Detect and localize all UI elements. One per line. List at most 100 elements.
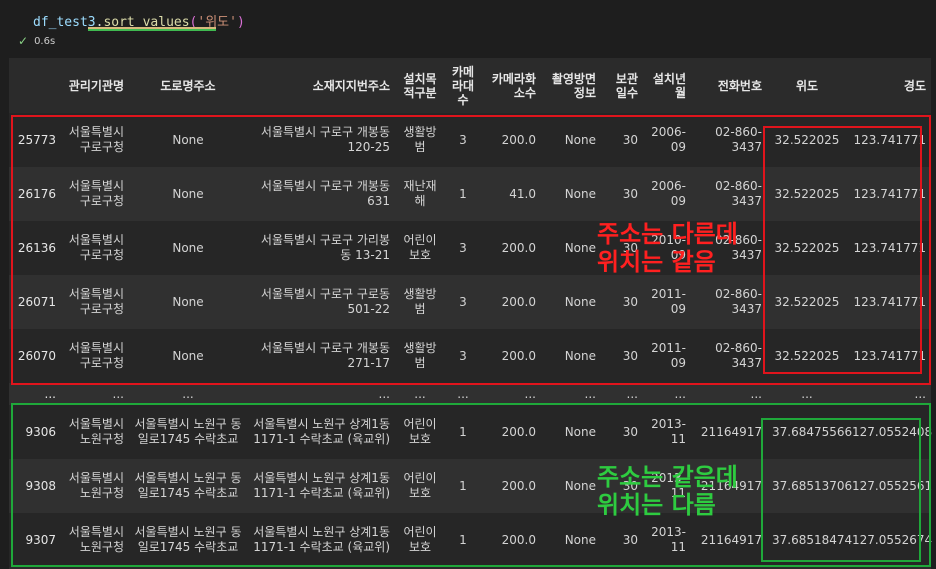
header-cell: 경도	[903, 78, 926, 93]
table-cell: 서울특별시 구로구청	[61, 221, 129, 275]
table-cell: ...	[691, 383, 767, 405]
table-cell: 3	[445, 221, 481, 275]
header-cell: 관리기관명	[68, 78, 124, 93]
table-cell: 서울특별시 노원구청	[61, 459, 129, 513]
table-row: 25773 서울특별시 구로구청 None 서울특별시 구로구 개봉동 120-25 생…	[9, 113, 931, 167]
row-index: 9306	[9, 405, 61, 459]
table-cell: 30	[601, 405, 643, 459]
header-cell: 촬영방면정보	[551, 71, 596, 100]
red-annotation-line2: 위치는 같음	[597, 248, 716, 276]
table-cell: 어린이보호	[395, 459, 445, 513]
table-cell: 21164917	[691, 405, 767, 459]
header-cell: 전화번호	[717, 78, 762, 93]
table-cell: 200.0	[481, 459, 541, 513]
row-index: 26071	[9, 275, 61, 329]
table-cell: 41.0	[481, 167, 541, 221]
table-cell: 서울특별시 노원구청	[61, 405, 129, 459]
table-cell: 200.0	[481, 329, 541, 383]
table-cell: 서울특별시 구로구 개봉동 271-17	[247, 329, 395, 383]
green-annotation-line2: 위치는 다름	[597, 491, 716, 519]
table-cell: ...	[481, 383, 541, 405]
table-cell: 123.741771	[847, 329, 931, 383]
table-cell: 2006-09	[643, 113, 691, 167]
table-cell: 서울특별시 구로구 구로동 501-22	[247, 275, 395, 329]
table-cell: 30	[601, 513, 643, 567]
table-cell: 서울특별시 노원구 동일로1745 수락초교	[129, 459, 247, 513]
header-cell: 설치년월	[652, 71, 686, 100]
table-cell: 서울특별시 노원구청	[61, 513, 129, 567]
code-cell[interactable]: df_test3.sort_values('위도') ✓ 0.6s	[0, 0, 936, 56]
table-cell: 37.68475566	[767, 405, 852, 459]
execution-time: 0.6s	[34, 35, 56, 47]
table-cell: 32.522025	[767, 329, 847, 383]
header-cell: 위도	[795, 78, 819, 93]
table-cell: None	[541, 405, 601, 459]
row-index: 9307	[9, 513, 61, 567]
header-index	[9, 58, 61, 113]
table-cell: None	[129, 329, 247, 383]
header-cell: 보관일수	[615, 71, 638, 100]
table-cell: 생활방범	[395, 275, 445, 329]
code-close-paren: )	[236, 15, 245, 30]
table-cell: 2011-09	[643, 275, 691, 329]
table-cell: None	[129, 167, 247, 221]
row-index: 26070	[9, 329, 61, 383]
table-cell: 서울특별시 노원구 상계1동 1171-1 수락초교 (육교위)	[247, 513, 395, 567]
table-cell: None	[129, 275, 247, 329]
table-cell: 2013-11	[643, 513, 691, 567]
table-cell: None	[541, 329, 601, 383]
table-cell: 서울특별시 노원구 동일로1745 수락초교	[129, 513, 247, 567]
table-cell: ...	[541, 383, 601, 405]
table-row: 26136 서울특별시 구로구청 None 서울특별시 구로구 가리봉동 13-21 어…	[9, 221, 931, 275]
table-cell: None	[541, 513, 601, 567]
table-cell: 200.0	[481, 513, 541, 567]
table-cell: 1	[445, 459, 481, 513]
table-cell: 3	[445, 275, 481, 329]
table-cell: 2013-11	[643, 405, 691, 459]
cell-output: 관리기관명 도로명주소 소재지지번주소 설치목적구분 카메라대수 카메라화소수 …	[9, 58, 932, 569]
table-cell: 서울특별시 노원구 상계1동 1171-1 수락초교 (육교위)	[247, 459, 395, 513]
table-cell: 서울특별시 구로구 가리봉동 13-21	[247, 221, 395, 275]
table-cell: None	[541, 221, 601, 275]
table-cell: 32.522025	[767, 167, 847, 221]
table-cell: 127.0552561	[847, 459, 932, 513]
table-cell: 123.741771	[847, 275, 931, 329]
table-cell: 서울특별시 노원구 상계1동 1171-1 수락초교 (육교위)	[247, 405, 395, 459]
header-cell: 도로명주소	[160, 78, 216, 93]
table-cell: None	[541, 167, 601, 221]
table-cell: 02-860-3437	[691, 275, 767, 329]
row-index: 26136	[9, 221, 61, 275]
table-cell: 서울특별시 구로구청	[61, 113, 129, 167]
execution-status: ✓ 0.6s	[18, 34, 55, 48]
check-icon: ✓	[18, 34, 29, 48]
table-cell: 200.0	[481, 275, 541, 329]
table-cell: ...	[847, 383, 931, 405]
table-cell: 127.0552674	[847, 513, 932, 567]
header-cell: 소재지지번주소	[312, 78, 390, 93]
row-index: ...	[9, 383, 61, 405]
table-cell: 3	[445, 329, 481, 383]
red-annotation-line1: 주소는 다른데	[597, 220, 738, 248]
table-cell: 어린이보호	[395, 513, 445, 567]
header-cell: 카메라화소수	[491, 71, 536, 100]
code-variable: df_test3	[33, 15, 96, 30]
table-cell: None	[129, 221, 247, 275]
table-cell: 3	[445, 113, 481, 167]
table-cell: 02-860-3437	[691, 167, 767, 221]
table-cell: 127.0552408	[847, 405, 932, 459]
table-row: 9306 서울특별시 노원구청 서울특별시 노원구 동일로1745 수락초교 서울특별…	[9, 405, 932, 459]
table-cell: 02-860-3437	[691, 329, 767, 383]
table-cell: None	[541, 459, 601, 513]
table-cell: None	[541, 113, 601, 167]
table-cell: 서울특별시 구로구청	[61, 167, 129, 221]
green-annotation-line1: 주소는 같은데	[597, 463, 738, 491]
table-row: 9307 서울특별시 노원구청 서울특별시 노원구 동일로1745 수락초교 서울특별…	[9, 513, 932, 567]
table-cell: 123.741771	[847, 221, 931, 275]
table-cell: ...	[247, 383, 395, 405]
table-cell: 200.0	[481, 405, 541, 459]
table-cell: 서울특별시 구로구청	[61, 275, 129, 329]
table-cell: 서울특별시 구로구 개봉동 631	[247, 167, 395, 221]
table-cell: ...	[61, 383, 129, 405]
table-cell: 어린이보호	[395, 405, 445, 459]
table-cell: ...	[767, 383, 847, 405]
